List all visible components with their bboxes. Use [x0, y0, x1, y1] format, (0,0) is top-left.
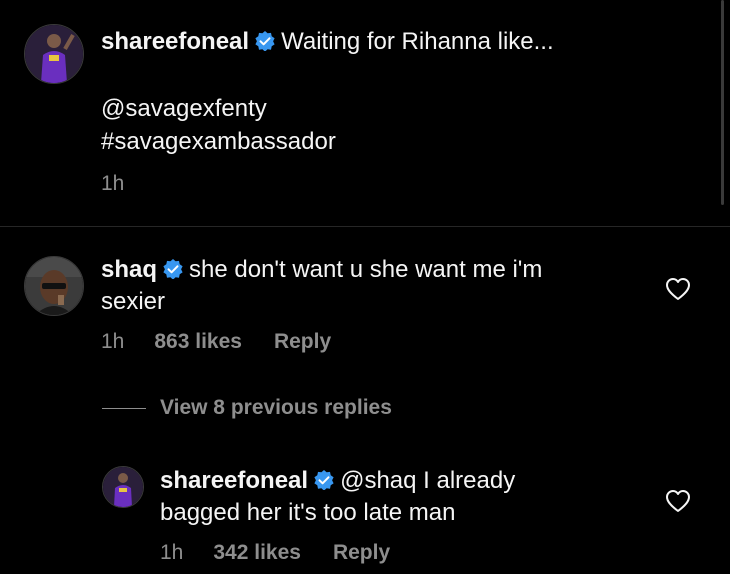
- heart-icon[interactable]: [665, 277, 691, 301]
- comment-avatar[interactable]: [24, 256, 84, 316]
- caption-username[interactable]: shareefoneal: [101, 28, 249, 55]
- reply-username[interactable]: shareefoneal: [160, 467, 308, 494]
- comment-meta: 1h 863 likes Reply: [101, 330, 331, 354]
- caption-avatar[interactable]: [24, 24, 84, 84]
- view-previous-replies-button[interactable]: View 8 previous replies: [102, 396, 392, 420]
- verified-badge-icon: [163, 257, 183, 287]
- comment-time: 1h: [101, 330, 125, 353]
- reply-text-line1: I already: [423, 467, 516, 494]
- caption-first-line: shareefoneal Waiting for Rihanna like...: [101, 27, 661, 59]
- caption-meta: 1h: [101, 172, 124, 196]
- comment-reply-button[interactable]: Reply: [274, 330, 331, 354]
- scrollbar[interactable]: [721, 0, 724, 205]
- reply-time: 1h: [160, 541, 184, 564]
- reply-meta: 1h 342 likes Reply: [160, 541, 390, 565]
- comment-first-line: shaq she don't want u she want me i'm: [101, 255, 661, 287]
- comment-text-line1: she don't want u she want me i'm: [189, 256, 543, 283]
- view-replies-label: View 8 previous replies: [160, 396, 392, 419]
- caption-divider: [0, 226, 730, 227]
- verified-badge-icon: [314, 468, 334, 498]
- comment-text-line2: sexier: [101, 288, 166, 315]
- reply-likes[interactable]: 342 likes: [213, 541, 301, 565]
- caption-time: 1h: [101, 172, 125, 195]
- replies-line: [102, 407, 146, 409]
- verified-badge-icon: [255, 29, 275, 59]
- reply-text-line2: bagged her it's too late man: [160, 499, 456, 526]
- caption: shareefoneal Waiting for Rihanna like...: [101, 27, 661, 59]
- reply-first-line: shareefoneal @shaq I already: [160, 466, 660, 498]
- caption-mention[interactable]: @savagexfenty: [101, 94, 267, 124]
- comment-username[interactable]: shaq: [101, 256, 157, 283]
- heart-icon[interactable]: [665, 489, 691, 513]
- reply-body: shareefoneal @shaq I already bagged her i…: [160, 466, 660, 528]
- caption-hashtag[interactable]: #savagexambassador: [101, 127, 336, 157]
- comment-body: shaq she don't want u she want me i'm sex…: [101, 255, 661, 317]
- reply-reply-button[interactable]: Reply: [333, 541, 390, 565]
- reply-avatar[interactable]: [102, 466, 144, 508]
- caption-text: Waiting for Rihanna like...: [281, 28, 554, 55]
- reply-mention[interactable]: @shaq: [340, 467, 416, 494]
- comment-likes[interactable]: 863 likes: [154, 330, 242, 354]
